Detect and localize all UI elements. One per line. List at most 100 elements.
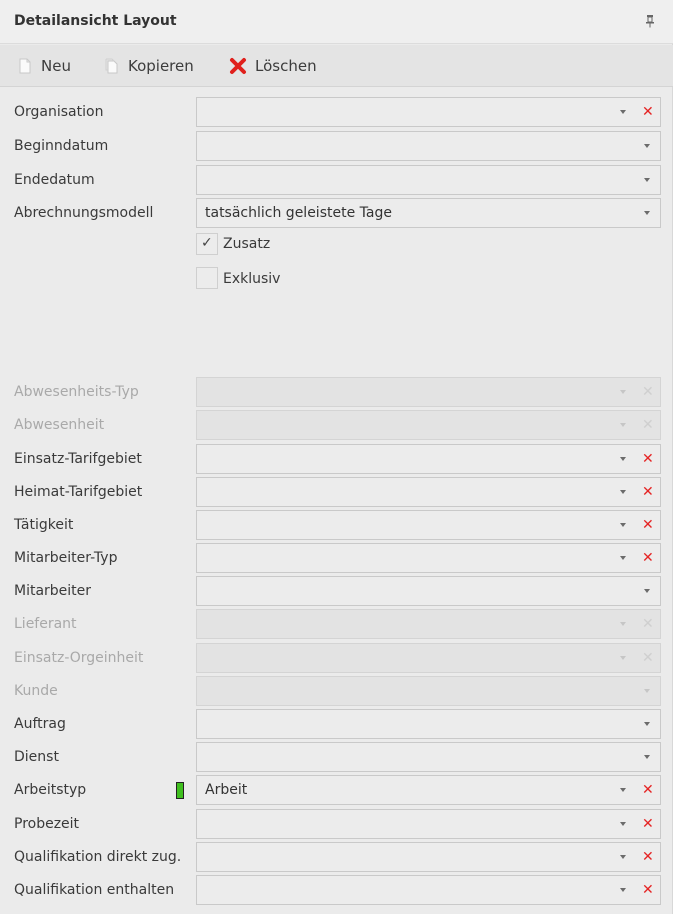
delete-button[interactable]: Löschen: [229, 55, 317, 77]
chevron-down-icon[interactable]: [620, 457, 626, 461]
endedatum-label: Endedatum: [14, 172, 95, 188]
clear-icon[interactable]: ✕: [642, 781, 654, 799]
taetigkeit-label: Tätigkeit: [14, 517, 74, 533]
qualifikation-direkt-label: Qualifikation direkt zug.: [14, 849, 182, 865]
chevron-down-icon[interactable]: [620, 523, 626, 527]
chevron-down-icon[interactable]: [644, 211, 650, 215]
endedatum-combobox[interactable]: [196, 165, 661, 195]
chevron-down-icon: [620, 656, 626, 660]
toolbar: Neu Kopieren Löschen: [0, 45, 673, 87]
arbeitstyp-label: Arbeitstyp: [14, 782, 87, 798]
delete-x-icon: [229, 57, 247, 75]
beginndatum-label: Beginndatum: [14, 138, 109, 154]
chevron-down-icon[interactable]: [620, 556, 626, 560]
probezeit-combobox[interactable]: ✕: [196, 809, 661, 839]
organisation-combobox[interactable]: ✕: [196, 97, 661, 127]
clear-icon[interactable]: ✕: [642, 450, 654, 468]
dienst-combobox[interactable]: [196, 742, 661, 772]
abrechnungsmodell-combobox[interactable]: tatsächlich geleistete Tage: [196, 198, 661, 228]
organisation-label: Organisation: [14, 104, 104, 120]
chevron-down-icon: [620, 390, 626, 394]
probezeit-label: Probezeit: [14, 816, 80, 832]
delete-button-label: Löschen: [255, 57, 317, 75]
clear-icon[interactable]: ✕: [642, 848, 654, 866]
zusatz-checkbox[interactable]: ✓: [196, 233, 218, 255]
new-button-label: Neu: [41, 57, 71, 75]
mitarbeiter-combobox[interactable]: [196, 576, 661, 606]
beginndatum-combobox[interactable]: [196, 131, 661, 161]
mitarbeiter-typ-label: Mitarbeiter-Typ: [14, 550, 118, 566]
abrechnungsmodell-row: Abrechnungsmodell tatsächlich geleistete…: [0, 198, 673, 228]
panel-title: Detailansicht Layout: [14, 13, 177, 29]
chevron-down-icon[interactable]: [644, 178, 650, 182]
abwesenheits-typ-label: Abwesenheits-Typ: [14, 384, 139, 400]
qualifikation-direkt-combobox[interactable]: ✕: [196, 842, 661, 872]
chevron-down-icon[interactable]: [620, 855, 626, 859]
einsatz-orgeinheit-label: Einsatz-Orgeinheit: [14, 650, 144, 666]
detail-panel: Detailansicht Layout Neu Kopieren Lösche…: [0, 0, 673, 914]
lieferant-row: Lieferant ✕: [0, 609, 673, 639]
chevron-down-icon[interactable]: [644, 144, 650, 148]
einsatz-tarifgebiet-combobox[interactable]: ✕: [196, 444, 661, 474]
einsatz-tarifgebiet-row: Einsatz-Tarifgebiet ✕: [0, 444, 673, 474]
chevron-down-icon[interactable]: [620, 822, 626, 826]
abwesenheit-combobox: ✕: [196, 410, 661, 440]
clear-icon: ✕: [642, 384, 654, 400]
einsatz-tarifgebiet-label: Einsatz-Tarifgebiet: [14, 451, 142, 467]
heimat-tarifgebiet-combobox[interactable]: ✕: [196, 477, 661, 507]
new-document-icon: [18, 58, 32, 74]
exklusiv-label: Exklusiv: [223, 271, 281, 287]
chevron-down-icon[interactable]: [620, 490, 626, 494]
copy-button-label: Kopieren: [128, 57, 194, 75]
abrechnungsmodell-label: Abrechnungsmodell: [14, 205, 154, 221]
arbeitstyp-value: Arbeit: [205, 782, 248, 798]
pin-icon[interactable]: [645, 14, 655, 28]
mitarbeiter-typ-combobox[interactable]: ✕: [196, 543, 661, 573]
abrechnungsmodell-value: tatsächlich geleistete Tage: [205, 205, 392, 221]
clear-icon: ✕: [642, 650, 654, 666]
qualifikation-enthalten-label: Qualifikation enthalten: [14, 882, 175, 898]
clear-icon[interactable]: ✕: [642, 483, 654, 501]
chevron-down-icon: [644, 689, 650, 693]
beginndatum-row: Beginndatum: [0, 131, 673, 161]
exklusiv-checkbox[interactable]: [196, 267, 218, 289]
clear-icon[interactable]: ✕: [642, 815, 654, 833]
clear-icon: ✕: [642, 417, 654, 433]
auftrag-combobox[interactable]: [196, 709, 661, 739]
arbeitstyp-row: Arbeitstyp Arbeit ✕: [0, 775, 673, 805]
arbeitstyp-combobox[interactable]: Arbeit ✕: [196, 775, 661, 805]
clear-icon[interactable]: ✕: [642, 516, 654, 534]
zusatz-label: Zusatz: [223, 236, 271, 252]
chevron-down-icon[interactable]: [620, 110, 626, 114]
lieferant-combobox: ✕: [196, 609, 661, 639]
abwesenheit-row: Abwesenheit ✕: [0, 410, 673, 440]
checkmark-icon: ✓: [201, 235, 213, 251]
abwesenheits-typ-row: Abwesenheits-Typ ✕: [0, 377, 673, 407]
chevron-down-icon: [620, 423, 626, 427]
panel-title-bar: Detailansicht Layout: [0, 0, 673, 44]
chevron-down-icon[interactable]: [644, 755, 650, 759]
chevron-down-icon[interactable]: [644, 722, 650, 726]
qualifikation-enthalten-combobox[interactable]: ✕: [196, 875, 661, 905]
mitarbeiter-typ-row: Mitarbeiter-Typ ✕: [0, 543, 673, 573]
qualifikation-enthalten-row: Qualifikation enthalten ✕: [0, 875, 673, 905]
chevron-down-icon: [620, 622, 626, 626]
copy-button[interactable]: Kopieren: [105, 55, 194, 77]
qualifikation-direkt-row: Qualifikation direkt zug. ✕: [0, 842, 673, 872]
taetigkeit-combobox[interactable]: ✕: [196, 510, 661, 540]
heimat-tarifgebiet-row: Heimat-Tarifgebiet ✕: [0, 477, 673, 507]
new-button[interactable]: Neu: [18, 55, 71, 77]
endedatum-row: Endedatum: [0, 165, 673, 195]
clear-icon[interactable]: ✕: [642, 103, 654, 121]
clear-icon[interactable]: ✕: [642, 549, 654, 567]
chevron-down-icon[interactable]: [620, 788, 626, 792]
auftrag-row: Auftrag: [0, 709, 673, 739]
kunde-row: Kunde: [0, 676, 673, 706]
chevron-down-icon[interactable]: [644, 589, 650, 593]
clear-icon: ✕: [642, 616, 654, 632]
auftrag-label: Auftrag: [14, 716, 66, 732]
clear-icon[interactable]: ✕: [642, 881, 654, 899]
chevron-down-icon[interactable]: [620, 888, 626, 892]
lieferant-label: Lieferant: [14, 616, 77, 632]
einsatz-orgeinheit-combobox: ✕: [196, 643, 661, 673]
